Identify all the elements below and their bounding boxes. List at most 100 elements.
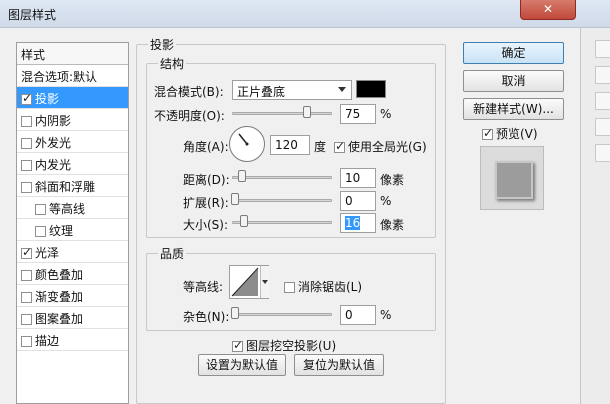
style-item-label: 内阴影 <box>35 114 72 128</box>
style-item[interactable]: 混合选项:默认 <box>17 65 128 87</box>
knockout-checkbox[interactable]: 图层挖空投影(U) <box>232 337 336 354</box>
style-item[interactable]: 光泽 <box>17 241 128 263</box>
close-button[interactable]: ✕ <box>520 0 576 20</box>
styles-list: 样式 混合选项:默认投影内阴影外发光内发光斜面和浮雕等高线纹理光泽颜色叠加渐变叠… <box>16 42 129 404</box>
style-item-checkbox[interactable] <box>21 292 32 303</box>
style-item-label: 描边 <box>35 334 60 348</box>
noise-slider-track[interactable] <box>232 313 332 316</box>
set-default-button[interactable]: 设置为默认值 <box>198 354 286 376</box>
style-item[interactable]: 投影 <box>17 87 128 109</box>
style-item-checkbox[interactable] <box>35 204 46 215</box>
noise-label: 杂色(N): <box>183 310 230 324</box>
reset-default-button[interactable]: 复位为默认值 <box>294 354 384 376</box>
style-item-checkbox[interactable] <box>21 91 32 105</box>
strip-tick <box>595 144 610 162</box>
style-item[interactable]: 描边 <box>17 329 128 351</box>
angle-dial[interactable] <box>229 126 265 162</box>
preview-checkbox[interactable]: 预览(V) <box>482 125 538 142</box>
styles-header: 样式 <box>17 43 128 65</box>
spread-slider-track[interactable] <box>232 199 332 202</box>
spread-value: 0 <box>345 194 353 208</box>
preview-label: 预览(V) <box>496 127 538 141</box>
global-light-check <box>334 139 345 153</box>
style-item[interactable]: 外发光 <box>17 131 128 153</box>
title-bar <box>0 0 610 28</box>
strip-tick <box>595 40 610 58</box>
spread-unit: % <box>380 194 392 208</box>
size-unit: 像素 <box>380 218 405 232</box>
blend-mode-value: 正片叠底 <box>237 85 286 99</box>
distance-slider-track[interactable] <box>232 176 332 179</box>
strip-tick <box>595 118 610 136</box>
style-item[interactable]: 内发光 <box>17 153 128 175</box>
ok-button[interactable]: 确定 <box>463 42 564 64</box>
distance-slider-thumb[interactable] <box>238 170 246 182</box>
style-item-label: 投影 <box>35 92 60 106</box>
knockout-label: 图层挖空投影(U) <box>246 339 337 353</box>
preview-thumbnail <box>495 161 533 199</box>
size-input[interactable]: 16 <box>340 213 376 233</box>
style-item[interactable]: 图案叠加 <box>17 307 128 329</box>
style-item-checkbox[interactable] <box>21 160 32 171</box>
style-item-checkbox[interactable] <box>21 336 32 347</box>
global-light-checkbox[interactable]: 使用全局光(G) <box>334 138 427 155</box>
opacity-slider-track[interactable] <box>232 112 332 115</box>
size-label: 大小(S): <box>183 218 229 232</box>
strip-tick <box>595 66 610 84</box>
style-item-label: 内发光 <box>35 158 72 172</box>
distance-unit: 像素 <box>380 173 405 187</box>
style-item-checkbox[interactable] <box>21 314 32 325</box>
distance-label: 距离(D): <box>183 173 230 187</box>
noise-input[interactable]: 0 <box>340 305 376 325</box>
contour-dropdown[interactable] <box>260 266 269 298</box>
style-item-label: 光泽 <box>35 246 60 260</box>
style-item[interactable]: 颜色叠加 <box>17 263 128 285</box>
style-item-label: 纹理 <box>49 224 74 238</box>
spread-slider-thumb[interactable] <box>231 193 239 205</box>
noise-unit: % <box>380 308 392 322</box>
antialias-checkbox[interactable]: 消除锯齿(L) <box>284 278 362 295</box>
spread-input[interactable]: 0 <box>340 191 376 211</box>
distance-value: 10 <box>345 171 361 185</box>
global-light-label: 使用全局光(G) <box>348 140 427 154</box>
window-title: 图层样式 <box>8 8 57 22</box>
style-item-checkbox[interactable] <box>21 116 32 127</box>
style-item[interactable]: 内阴影 <box>17 109 128 131</box>
blend-mode-select[interactable]: 正片叠底 <box>232 80 352 100</box>
shadow-color-swatch[interactable] <box>356 80 386 98</box>
blend-mode-label: 混合模式(B): <box>154 85 224 99</box>
chevron-down-icon <box>262 280 268 284</box>
style-preview <box>480 146 544 210</box>
cancel-button[interactable]: 取消 <box>463 70 564 92</box>
contour-linear-icon <box>231 267 259 297</box>
style-item-checkbox[interactable] <box>21 245 32 259</box>
chevron-down-icon <box>338 87 346 92</box>
style-item-checkbox[interactable] <box>21 138 32 149</box>
size-slider-thumb[interactable] <box>240 215 248 227</box>
angle-needle-icon <box>238 133 249 146</box>
opacity-input[interactable]: 75 <box>340 104 376 124</box>
spread-label: 扩展(R): <box>183 196 229 210</box>
antialias-check <box>284 282 295 293</box>
style-item-label: 渐变叠加 <box>35 290 84 304</box>
new-style-button[interactable]: 新建样式(W)... <box>463 98 564 120</box>
angle-unit: 度 <box>314 140 327 154</box>
style-item-checkbox[interactable] <box>35 226 46 237</box>
contour-picker[interactable] <box>229 265 269 299</box>
style-item-checkbox[interactable] <box>21 270 32 281</box>
style-item-label: 外发光 <box>35 136 72 150</box>
noise-slider-thumb[interactable] <box>231 307 239 319</box>
close-icon: ✕ <box>542 2 554 16</box>
style-item-checkbox[interactable] <box>21 182 32 193</box>
knockout-check <box>232 338 243 352</box>
style-item-label: 图案叠加 <box>35 312 84 326</box>
style-item-label: 颜色叠加 <box>35 268 84 282</box>
angle-input[interactable]: 120 <box>270 135 310 155</box>
style-item[interactable]: 渐变叠加 <box>17 285 128 307</box>
opacity-slider-thumb[interactable] <box>303 106 311 118</box>
style-item[interactable]: 纹理 <box>17 219 128 241</box>
style-item[interactable]: 斜面和浮雕 <box>17 175 128 197</box>
style-item[interactable]: 等高线 <box>17 197 128 219</box>
distance-input[interactable]: 10 <box>340 168 376 188</box>
opacity-unit: % <box>380 107 392 121</box>
